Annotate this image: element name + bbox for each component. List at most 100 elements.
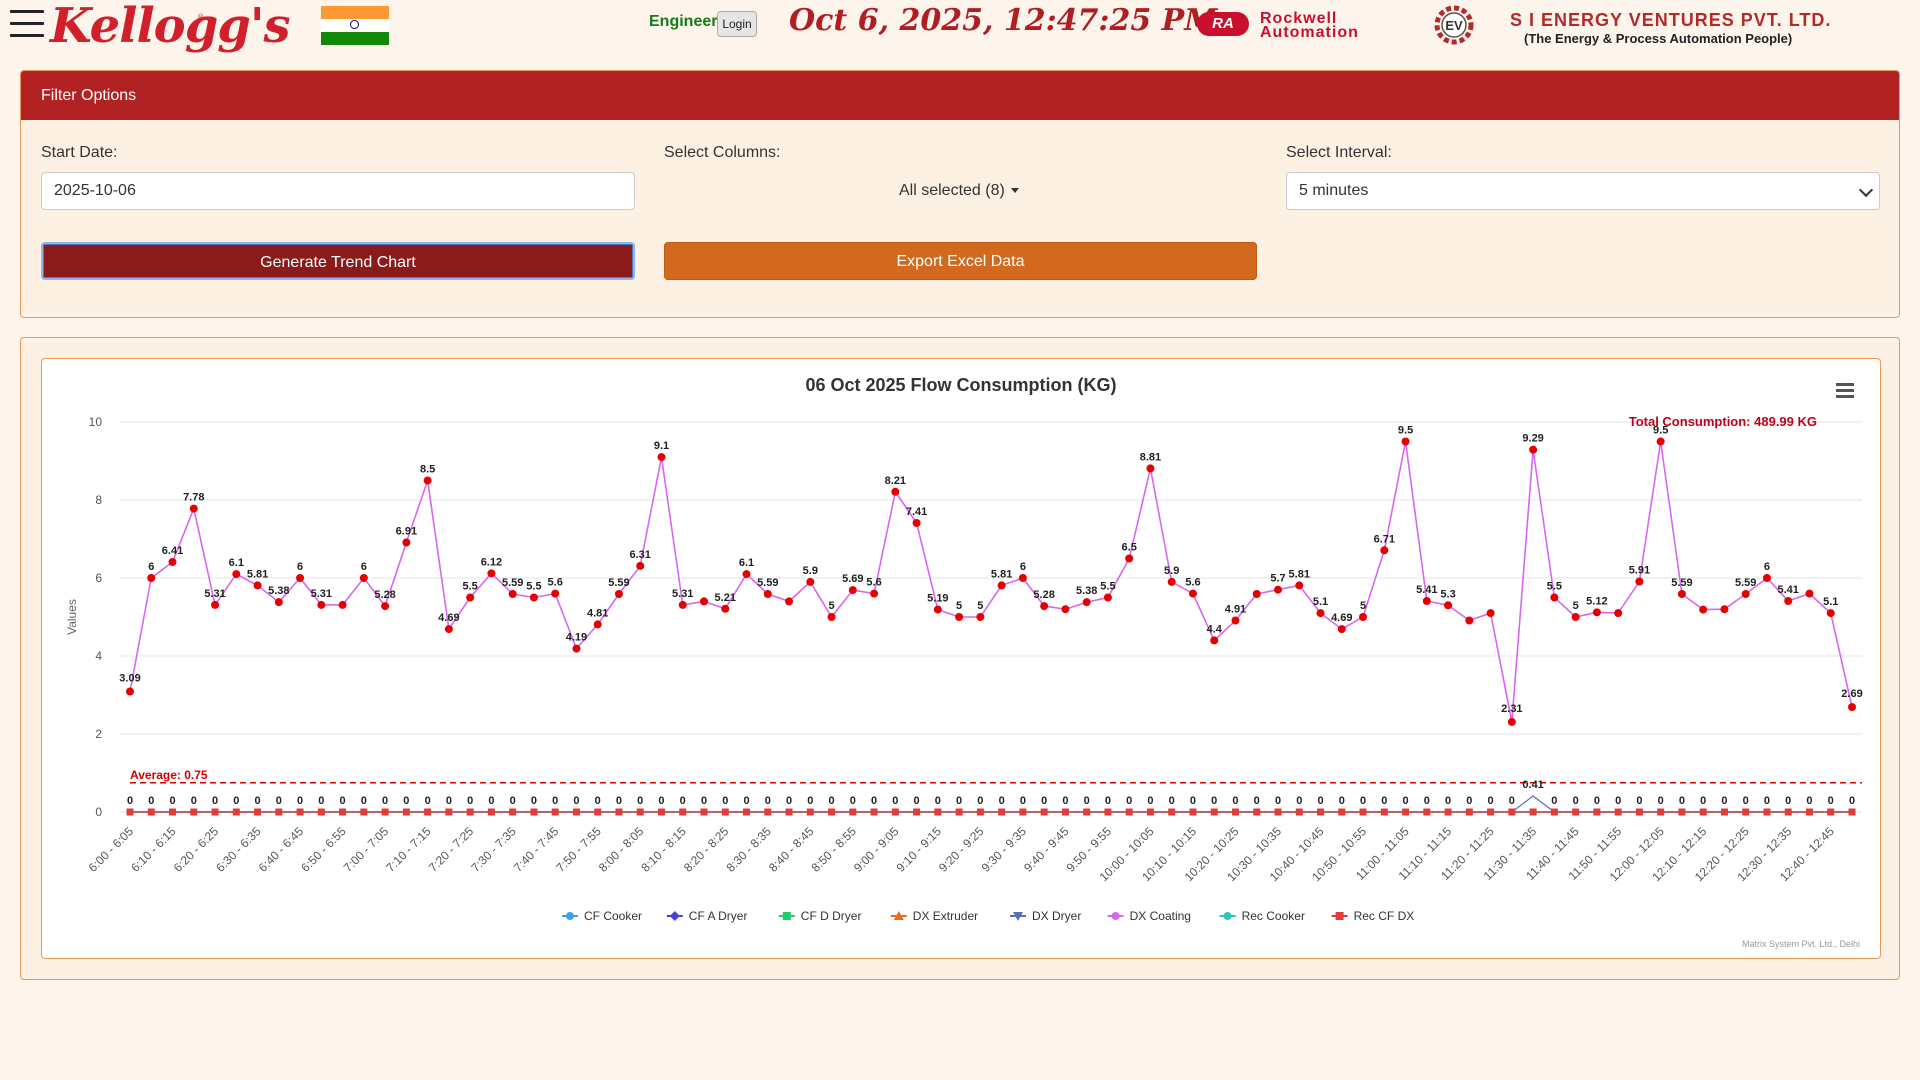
data-label-dx-coating: 5.5 <box>1547 581 1562 593</box>
series-point-dx-coating <box>508 589 517 598</box>
data-label-dx-coating: 7.41 <box>906 506 927 518</box>
series-point-dx-coating <box>1614 609 1623 618</box>
filter-options-title: Filter Options <box>21 71 1899 120</box>
series-point-rec-cf-dx <box>1742 808 1750 816</box>
data-label-dx-dryer: 0 <box>999 795 1005 807</box>
series-point-dx-coating <box>763 589 772 598</box>
hamburger-icon[interactable] <box>10 7 44 41</box>
legend-label-dx-dryer: DX Dryer <box>1032 909 1081 923</box>
x-tick-label: 6:20 - 6:25 <box>171 824 222 875</box>
data-label-dx-coating: 5.5 <box>462 581 477 593</box>
x-tick-label: 9:30 - 9:35 <box>979 824 1030 875</box>
series-point-dx-coating <box>933 605 942 614</box>
series-point-dx-coating <box>1018 574 1027 582</box>
series-point-rec-cf-dx <box>147 808 155 816</box>
user-role: Engineer <box>649 13 718 30</box>
series-point-rec-cf-dx <box>1508 808 1516 816</box>
x-tick-label: 7:50 - 7:55 <box>553 824 604 875</box>
data-label-dx-dryer: 0 <box>1488 795 1494 807</box>
series-point-rec-cf-dx <box>211 808 219 816</box>
series-point-rec-cf-dx <box>1189 808 1197 816</box>
series-point-rec-cf-dx <box>296 808 304 816</box>
data-label-dx-coating: 5.6 <box>1185 577 1200 589</box>
series-point-dx-coating <box>1805 589 1814 598</box>
start-date-input[interactable]: 2025-10-06 <box>41 172 635 210</box>
data-label-dx-coating: 5 <box>1360 600 1366 612</box>
data-label-dx-dryer: 0 <box>1360 795 1366 807</box>
series-point-rec-cf-dx <box>232 808 240 816</box>
caret-down-icon <box>1010 188 1019 194</box>
data-label-dx-coating: 5.31 <box>204 588 225 600</box>
data-label-dx-coating: 5.69 <box>842 573 863 585</box>
data-label-dx-dryer: 0 <box>807 795 813 807</box>
series-point-rec-cf-dx <box>1168 808 1176 816</box>
rockwell-logo: RA <box>1197 12 1249 36</box>
series-point-dx-coating <box>1146 464 1155 473</box>
data-label-dx-dryer: 0 <box>1594 795 1600 807</box>
legend-marker-cf-d-dryer <box>782 912 791 920</box>
data-label-dx-coating: 6 <box>1020 561 1026 573</box>
export-excel-button[interactable]: Export Excel Data <box>664 242 1257 280</box>
series-point-rec-cf-dx <box>700 808 708 816</box>
data-label-dx-coating: 5.7 <box>1270 573 1285 585</box>
x-tick-label: 7:10 - 7:15 <box>383 824 434 875</box>
data-label-dx-dryer: 0 <box>1105 795 1111 807</box>
data-label-dx-coating: 5.6 <box>866 577 881 589</box>
series-point-dx-coating <box>1741 589 1750 598</box>
data-label-dx-dryer: 0 <box>1721 795 1727 807</box>
series-point-dx-coating <box>296 574 305 582</box>
data-label-dx-coating: 5.31 <box>672 588 693 600</box>
series-point-dx-coating <box>551 589 560 598</box>
data-label-dx-dryer: 0 <box>1147 795 1153 807</box>
series-point-dx-coating <box>466 593 475 602</box>
generate-trend-chart-button[interactable]: Generate Trend Chart <box>41 242 635 280</box>
series-point-dx-coating <box>806 577 815 586</box>
series-point-rec-cf-dx <box>1784 808 1792 816</box>
data-label-dx-coating: 5 <box>956 600 962 612</box>
data-label-dx-coating: 5.5 <box>1100 581 1115 593</box>
data-label-dx-dryer: 0 <box>786 795 792 807</box>
series-point-dx-coating <box>700 597 708 606</box>
data-label-dx-dryer: 0 <box>977 795 983 807</box>
series-point-dx-coating <box>1592 608 1601 617</box>
data-label-dx-coating: 7.78 <box>183 492 204 504</box>
series-point-dx-coating <box>1061 605 1070 614</box>
series-point-dx-coating <box>657 453 666 462</box>
series-point-dx-coating <box>1103 593 1112 602</box>
series-point-dx-coating <box>1550 593 1559 602</box>
chart-container: 06 Oct 2025 Flow Consumption (KG) 0 2 4 6 8 10… <box>41 358 1881 959</box>
series-point-dx-coating <box>529 593 538 602</box>
select-columns-dropdown[interactable]: All selected (8) <box>899 182 1019 200</box>
series-point-rec-cf-dx <box>1402 808 1410 816</box>
series-point-dx-coating <box>848 586 857 595</box>
data-label-dx-dryer: 0 <box>765 795 771 807</box>
series-point-dx-coating <box>1231 616 1240 625</box>
series-point-rec-cf-dx <box>615 808 623 816</box>
average-label: Average: 0.75 <box>130 768 208 782</box>
data-label-dx-dryer: 0 <box>1658 795 1664 807</box>
data-label-dx-coating: 9.5 <box>1398 425 1413 437</box>
rockwell-name: Rockwell Automation <box>1260 10 1359 41</box>
series-point-dx-coating <box>870 589 879 598</box>
data-label-dx-coating: 8.21 <box>885 475 906 487</box>
x-tick-label: 7:30 - 7:35 <box>468 824 519 875</box>
series-point-rec-cf-dx <box>190 808 198 816</box>
company-name: S I ENERGY VENTURES PVT. LTD. <box>1510 10 1832 30</box>
series-point-rec-cf-dx <box>466 808 474 816</box>
legend-marker-rec-cf-dx <box>1335 912 1344 920</box>
series-point-rec-cf-dx <box>955 808 963 816</box>
data-label-dx-coating: 6.1 <box>229 557 244 569</box>
svg-text:EV: EV <box>1445 18 1463 33</box>
data-label-dx-dryer: 0 <box>212 795 218 807</box>
india-flag-icon <box>321 6 389 45</box>
series-point-rec-cf-dx <box>317 808 325 816</box>
chart-menu-icon[interactable] <box>1836 383 1854 399</box>
series-point-rec-cf-dx <box>806 808 814 816</box>
select-interval-dropdown[interactable]: 5 minutes <box>1286 172 1880 210</box>
data-label-dx-dryer: 0 <box>1743 795 1749 807</box>
data-label-dx-coating: 4.81 <box>587 607 608 619</box>
series-point-dx-coating <box>1444 601 1453 610</box>
login-button[interactable]: Login <box>717 11 757 37</box>
series-point-dx-coating <box>997 581 1006 590</box>
series-point-dx-coating <box>1082 598 1091 607</box>
